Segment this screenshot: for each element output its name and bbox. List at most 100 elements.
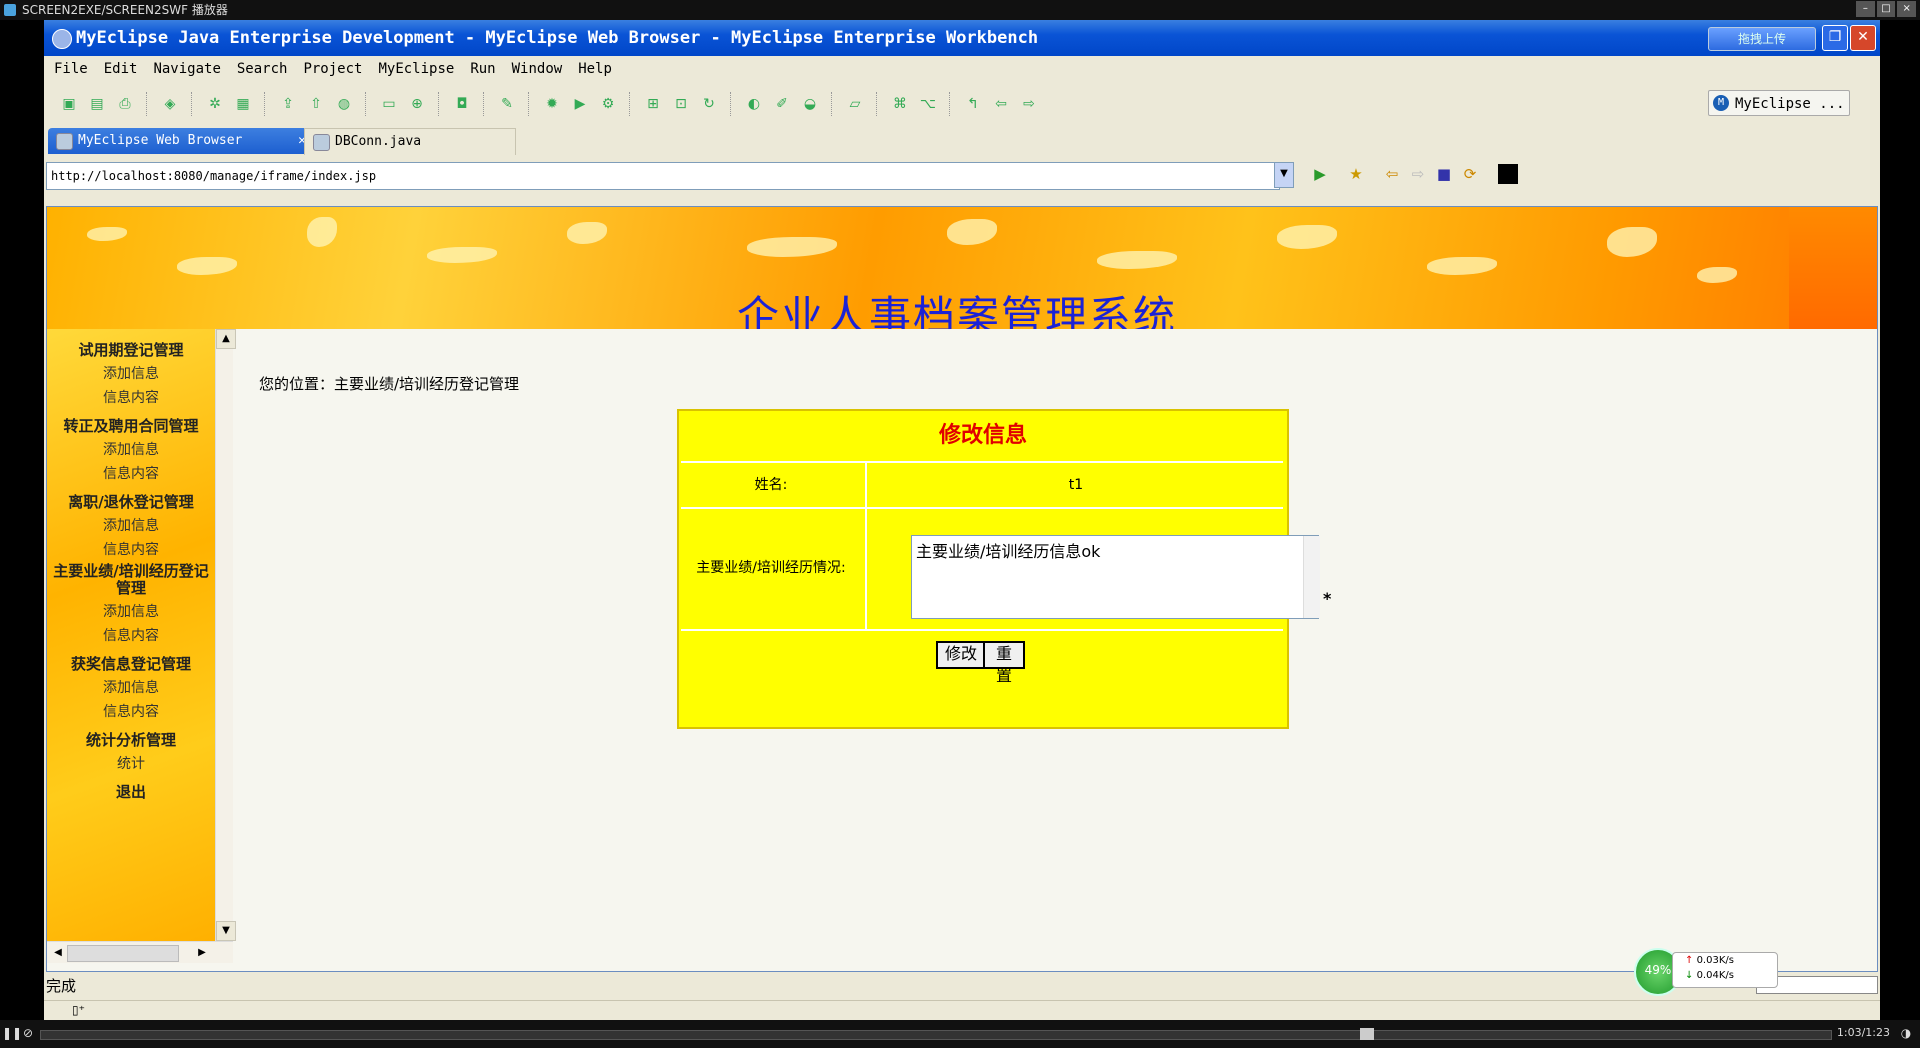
volume-icon[interactable]: ◑ bbox=[1898, 1025, 1914, 1041]
scroll-up-icon[interactable]: ▲ bbox=[216, 329, 236, 349]
refresh-icon[interactable]: ↻ bbox=[698, 93, 720, 115]
run-icon[interactable]: ▶ bbox=[569, 93, 591, 115]
tab-dbconn-java[interactable]: DBConn.java bbox=[304, 128, 516, 155]
stop-icon[interactable]: ■ bbox=[1434, 164, 1454, 184]
forward-icon[interactable]: ⇨ bbox=[1408, 164, 1428, 184]
back-icon[interactable]: ⇦ bbox=[990, 93, 1012, 115]
menu-search[interactable]: Search bbox=[229, 61, 296, 77]
scroll-down-icon[interactable]: ▼ bbox=[216, 921, 236, 941]
sidebar-item-info-content[interactable]: 信息内容 bbox=[47, 701, 215, 721]
new-icon[interactable]: ▣ bbox=[58, 93, 80, 115]
globe-icon[interactable]: ◍ bbox=[333, 93, 355, 115]
open-type-icon[interactable]: ◈ bbox=[159, 93, 181, 115]
menu-run[interactable]: Run bbox=[462, 61, 503, 77]
sidebar-item-info-content[interactable]: 信息内容 bbox=[47, 463, 215, 483]
menu-myeclipse[interactable]: MyEclipse bbox=[370, 61, 462, 77]
menu-project[interactable]: Project bbox=[295, 61, 370, 77]
network-speeds: ↑ 0.03K/s ↓ 0.04K/s bbox=[1672, 952, 1778, 988]
sidebar-item-logout[interactable]: 退出 bbox=[47, 781, 215, 802]
go-icon[interactable]: ▶ bbox=[1310, 164, 1330, 184]
maximize-icon[interactable]: □ bbox=[1876, 1, 1896, 17]
player-titlebar: SCREEN2EXE/SCREEN2SWF 播放器 bbox=[0, 0, 1920, 20]
menu-window[interactable]: Window bbox=[504, 61, 571, 77]
sidebar-item-add-info[interactable]: 添加信息 bbox=[47, 677, 215, 697]
textarea-scrollbar[interactable] bbox=[1303, 536, 1320, 618]
new-class-icon[interactable]: ⊡ bbox=[670, 93, 692, 115]
debug-icon[interactable]: ✲ bbox=[204, 93, 226, 115]
seek-bar[interactable] bbox=[40, 1030, 1832, 1040]
stop-icon[interactable]: ⊘ bbox=[20, 1025, 36, 1041]
sidebar-item-statistics[interactable]: 统计 bbox=[47, 753, 215, 773]
pause-icon[interactable]: ❚❚ bbox=[2, 1025, 22, 1041]
save-icon[interactable]: ▤ bbox=[86, 93, 108, 115]
sidebar-item-add-info[interactable]: 添加信息 bbox=[47, 363, 215, 383]
required-mark: * bbox=[1323, 589, 1332, 608]
sidebar-item-add-info[interactable]: 添加信息 bbox=[47, 601, 215, 621]
sidebar-scrollbar[interactable]: ▲ ▼ bbox=[215, 329, 236, 941]
record-textarea[interactable]: 主要业绩/培训经历信息ok bbox=[911, 535, 1319, 619]
fast-view-icon[interactable]: ▯⁺ bbox=[72, 1003, 85, 1017]
sidebar-head-awards: 获奖信息登记管理 bbox=[70, 655, 191, 673]
player-app-icon bbox=[4, 4, 16, 16]
close-icon[interactable]: × bbox=[1897, 1, 1917, 17]
open-resource-icon[interactable]: ◐ bbox=[743, 93, 765, 115]
myeclipse-perspective-icon: M bbox=[1713, 95, 1729, 111]
server-icon[interactable]: ▦ bbox=[232, 93, 254, 115]
url-input[interactable] bbox=[46, 162, 1280, 190]
submit-button[interactable]: 修改 bbox=[936, 641, 986, 669]
refresh-icon[interactable]: ⟳ bbox=[1460, 164, 1480, 184]
view-icon[interactable] bbox=[1498, 164, 1518, 184]
redeploy-icon[interactable]: ⇧ bbox=[305, 93, 327, 115]
pen-icon[interactable]: ✐ bbox=[771, 93, 793, 115]
external-tools-icon[interactable]: ⚙ bbox=[597, 93, 619, 115]
name-value: t1 bbox=[1068, 477, 1084, 493]
form-row-name: 姓名: t1 bbox=[681, 461, 1283, 509]
sidebar-item-add-info[interactable]: 添加信息 bbox=[47, 515, 215, 535]
open-folder-icon[interactable]: ▭ bbox=[378, 93, 400, 115]
close-icon[interactable]: ✕ bbox=[1850, 25, 1876, 51]
forward-icon[interactable]: ⇨ bbox=[1018, 93, 1040, 115]
sidebar-item-info-content[interactable]: 信息内容 bbox=[47, 625, 215, 645]
menu-help[interactable]: Help bbox=[570, 61, 620, 77]
sidebar-item-add-info[interactable]: 添加信息 bbox=[47, 439, 215, 459]
player-title-text: SCREEN2EXE/SCREEN2SWF 播放器 bbox=[22, 3, 228, 17]
form-row-record: 主要业绩/培训经历情况: 主要业绩/培训经历信息ok * bbox=[681, 507, 1331, 631]
print-icon[interactable]: ⎙ bbox=[114, 93, 136, 115]
scroll-left-icon[interactable]: ◀ bbox=[49, 944, 67, 962]
network-monitor[interactable]: 49% ↑ 0.03K/s ↓ 0.04K/s bbox=[1634, 944, 1778, 996]
chevron-down-icon[interactable]: ▼ bbox=[1274, 162, 1294, 188]
menu-file[interactable]: File bbox=[46, 61, 96, 77]
wizard-icon[interactable]: ✎ bbox=[496, 93, 518, 115]
back-icon[interactable]: ⇦ bbox=[1382, 164, 1402, 184]
sidebar-item-info-content[interactable]: 信息内容 bbox=[47, 539, 215, 559]
breadcrumb: 您的位置：主要业绩/培训经历登记管理 bbox=[259, 375, 520, 393]
java-file-icon bbox=[313, 134, 330, 151]
add-icon[interactable]: ⊕ bbox=[406, 93, 428, 115]
seek-thumb[interactable] bbox=[1360, 1028, 1374, 1040]
bucket-icon[interactable]: ◒ bbox=[799, 93, 821, 115]
reset-button[interactable]: 重置 bbox=[983, 641, 1025, 685]
deploy-icon[interactable]: ⇪ bbox=[277, 93, 299, 115]
new-package-icon[interactable]: ⊞ bbox=[642, 93, 664, 115]
camera-icon[interactable]: ◘ bbox=[451, 93, 473, 115]
debug-run-icon[interactable]: ✹ bbox=[541, 93, 563, 115]
annotation-icon[interactable]: ⌘ bbox=[889, 93, 911, 115]
sidebar-item-info-content[interactable]: 信息内容 bbox=[47, 387, 215, 407]
next-annotation-icon[interactable]: ⌥ bbox=[917, 93, 939, 115]
sidebar-head-contract: 转正及聘用合同管理 bbox=[63, 417, 199, 435]
menu-navigate[interactable]: Navigate bbox=[145, 61, 228, 77]
menu-edit[interactable]: Edit bbox=[96, 61, 146, 77]
folder-icon[interactable]: ▱ bbox=[844, 93, 866, 115]
last-edit-icon[interactable]: ↰ bbox=[962, 93, 984, 115]
minimize-icon[interactable]: – bbox=[1856, 1, 1875, 17]
sidebar-hscrollbar[interactable]: ◀ ▶ bbox=[47, 941, 233, 963]
scroll-right-icon[interactable]: ▶ bbox=[193, 944, 211, 962]
favorites-icon[interactable]: ★ bbox=[1346, 164, 1366, 184]
status-text: 完成 bbox=[46, 977, 77, 995]
restore-icon[interactable]: ❐ bbox=[1822, 25, 1848, 51]
record-label: 主要业绩/培训经历情况: bbox=[696, 560, 846, 576]
perspective-switcher[interactable]: M MyEclipse ... bbox=[1708, 90, 1850, 116]
tab-web-browser[interactable]: MyEclipse Web Browser ✕ bbox=[48, 128, 328, 154]
upload-button[interactable]: 拖拽上传 bbox=[1708, 27, 1816, 51]
browser-url-bar: ▼ ▶ ★ ⇦ ⇨ ■ ⟳ bbox=[46, 162, 1882, 190]
